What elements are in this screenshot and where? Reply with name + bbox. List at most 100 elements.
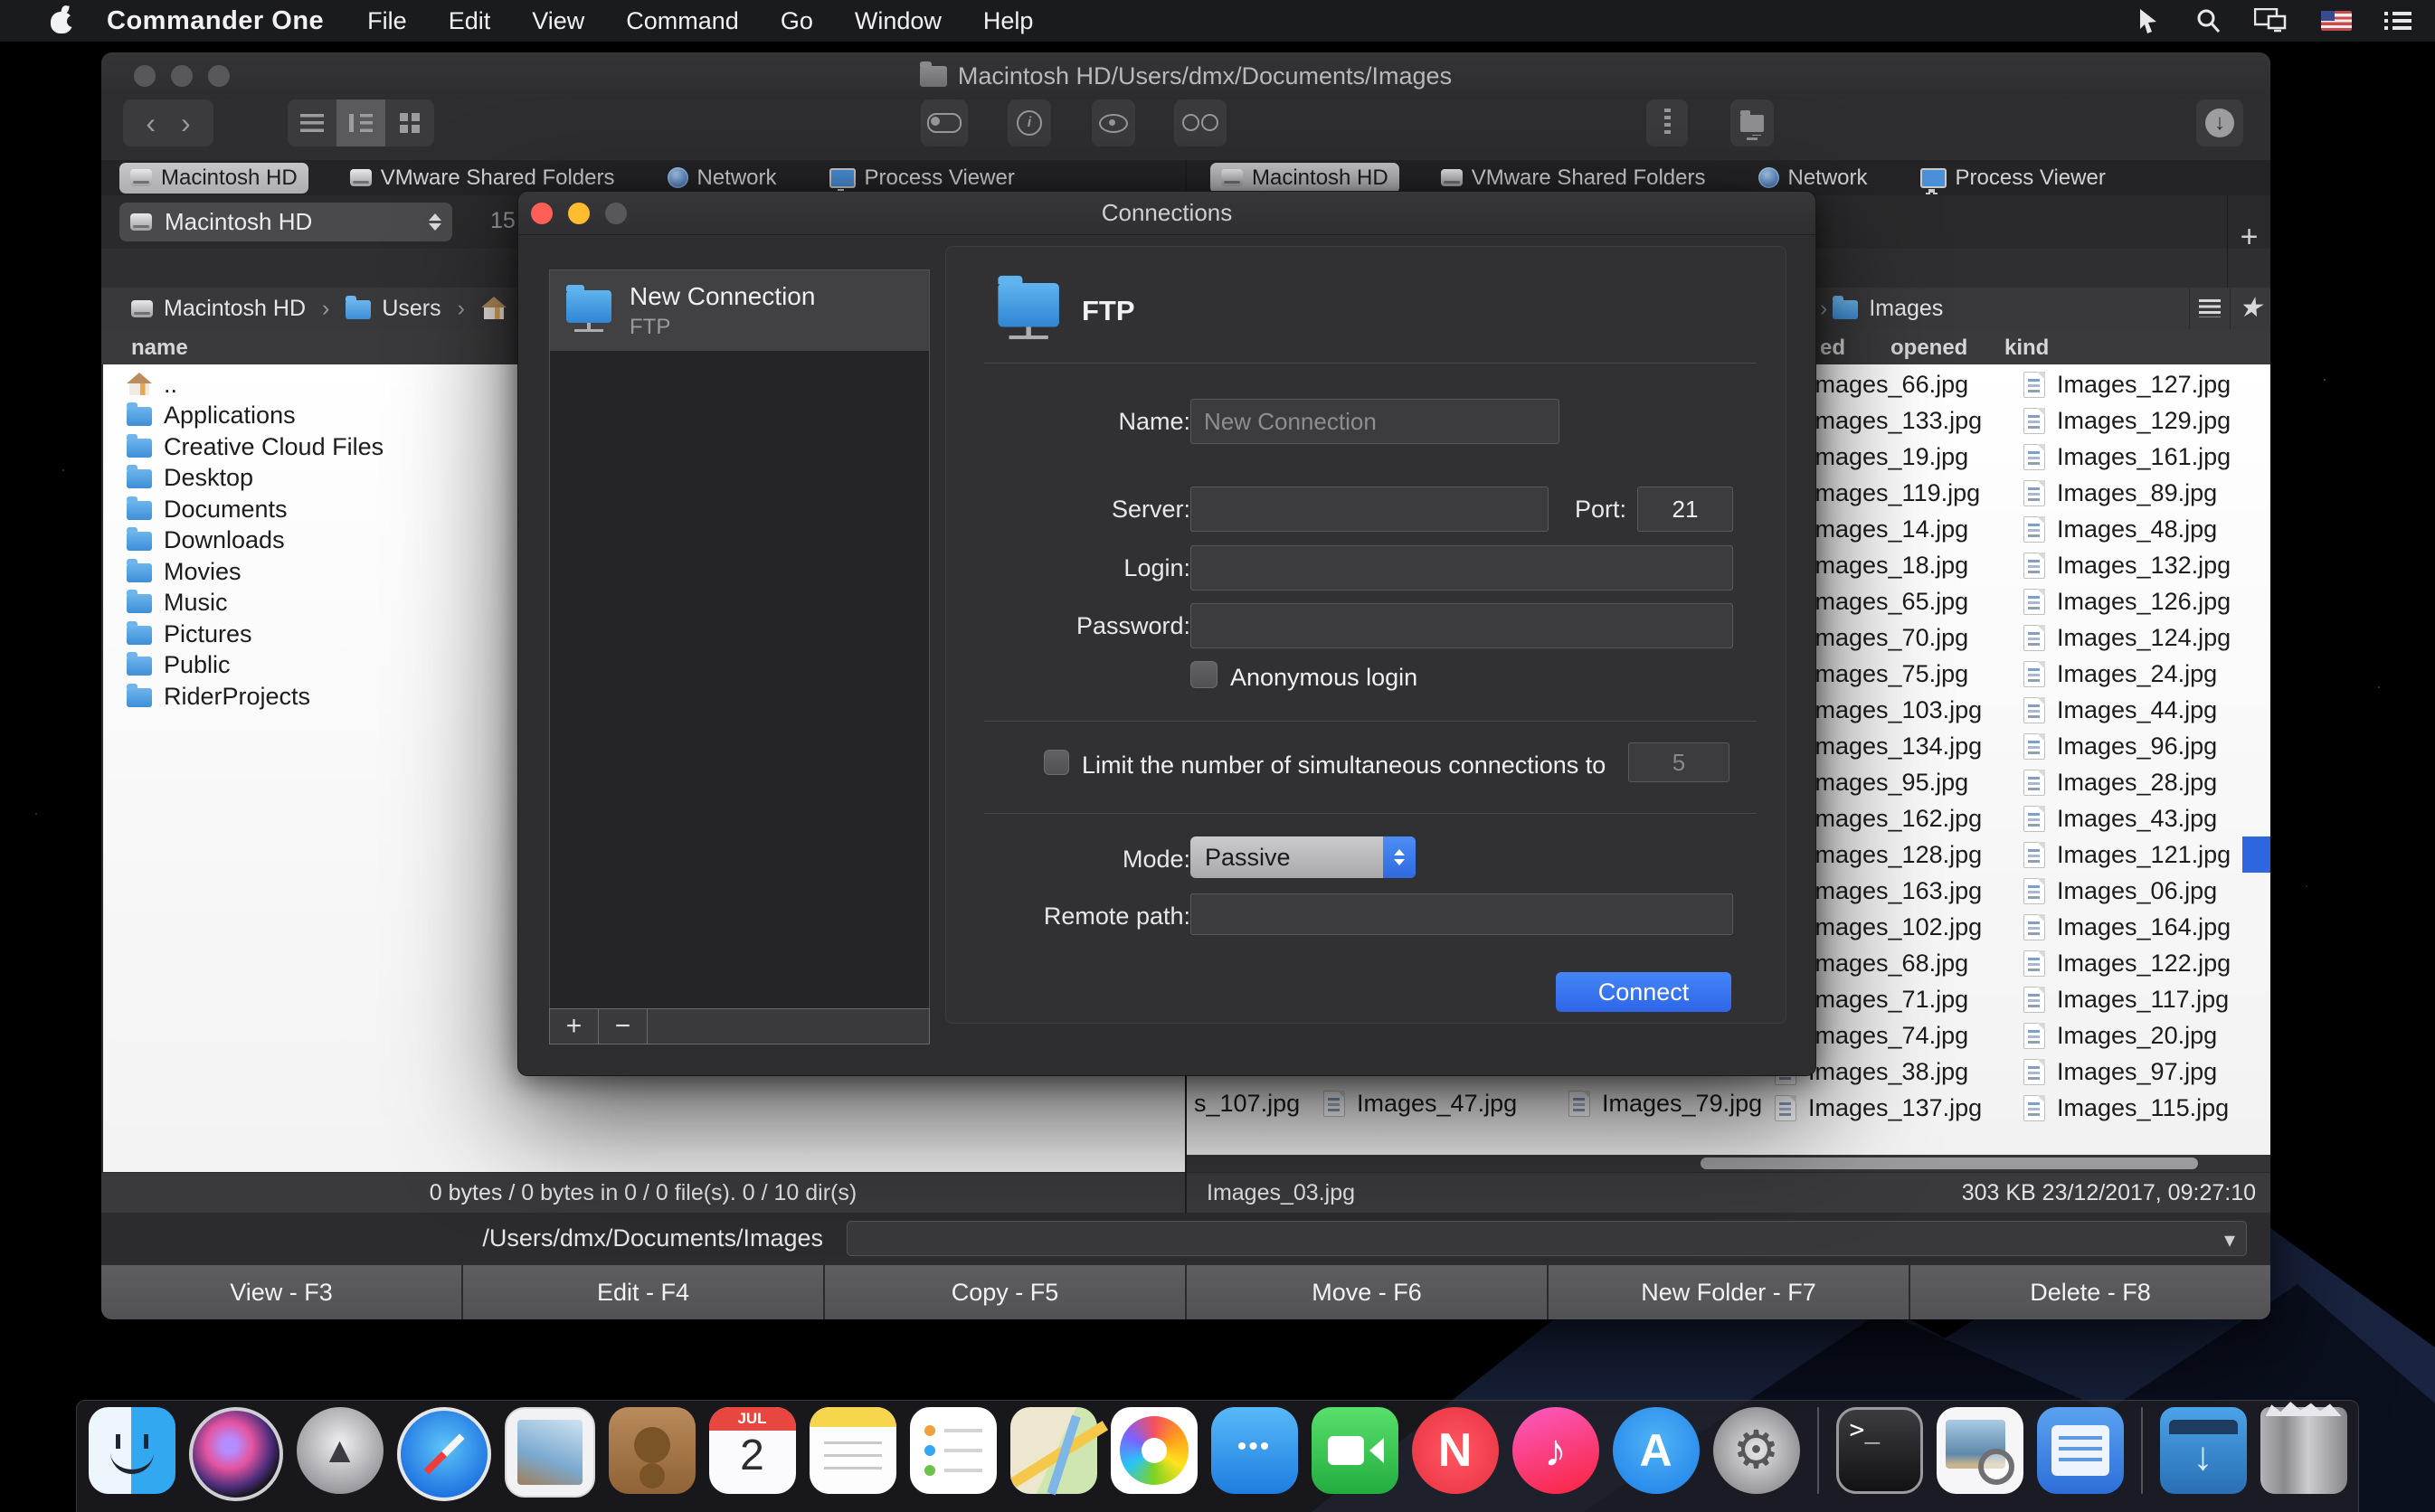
dock-separator[interactable] bbox=[1814, 1407, 1823, 1506]
file-row[interactable]: Images_115.jpg bbox=[2023, 1090, 2269, 1126]
file-row[interactable]: Images_124.jpg bbox=[2023, 619, 2269, 656]
back-forward-buttons[interactable]: ‹› bbox=[123, 99, 213, 146]
file-row[interactable]: Images_06.jpg bbox=[2023, 873, 2269, 909]
dock-icon-calendar[interactable]: JUL 2 bbox=[709, 1407, 796, 1506]
back-icon[interactable]: ‹ bbox=[146, 107, 156, 140]
dock-icon-art[interactable] bbox=[609, 1407, 696, 1494]
favorites-button[interactable]: ★ bbox=[2230, 288, 2270, 329]
dock-icon-art[interactable]: ⚙ bbox=[1713, 1407, 1800, 1494]
grid-view-button[interactable] bbox=[385, 99, 434, 146]
minimize-button[interactable] bbox=[568, 203, 590, 224]
tab[interactable]: VMware Shared Folders bbox=[1430, 163, 1717, 194]
chevron-down-icon[interactable]: ▾ bbox=[2224, 1227, 2235, 1253]
breadcrumb-users[interactable]: Users bbox=[382, 296, 441, 322]
anonymous-login-checkbox[interactable] bbox=[1190, 661, 1218, 688]
remove-connection-button[interactable]: − bbox=[599, 1009, 648, 1044]
dock-icon-art[interactable]: JUL 2 bbox=[709, 1407, 796, 1494]
mode-select[interactable]: Passive bbox=[1190, 836, 1416, 878]
search-button[interactable] bbox=[1174, 99, 1227, 146]
dock-icon-news[interactable]: N bbox=[1412, 1407, 1499, 1506]
file-row[interactable]: Images_121.jpg bbox=[2023, 836, 2269, 873]
file-row[interactable]: Images_137.jpg bbox=[1775, 1090, 2021, 1126]
dialog-titlebar[interactable]: Connections bbox=[518, 192, 1815, 235]
dock-icon-messages[interactable]: ••• bbox=[1211, 1407, 1298, 1506]
app-menu-title[interactable]: Commander One bbox=[107, 6, 324, 36]
file-row[interactable]: Images_47.jpg bbox=[1323, 1090, 1517, 1118]
connection-list-item-selected[interactable]: New Connection FTP bbox=[550, 270, 929, 351]
dock-icon-art[interactable]: ↓ bbox=[2160, 1407, 2247, 1494]
preview-button[interactable] bbox=[1092, 99, 1135, 146]
function-button[interactable]: View - F3 bbox=[101, 1265, 461, 1319]
dock-icon-system-preferences[interactable]: ⚙ bbox=[1713, 1407, 1800, 1506]
dock-icon-art[interactable] bbox=[1817, 1407, 1819, 1494]
limit-connections-checkbox[interactable] bbox=[1044, 750, 1069, 775]
command-line-input[interactable]: ▾ bbox=[847, 1221, 2247, 1256]
list-view-button[interactable] bbox=[288, 99, 336, 146]
dock-icon-art[interactable]: N bbox=[1412, 1407, 1499, 1494]
dock-icon-photos[interactable] bbox=[1111, 1407, 1198, 1506]
dock-icon-art[interactable]: ••• bbox=[1211, 1407, 1298, 1494]
menu-item[interactable]: Edit bbox=[449, 7, 491, 35]
input-source-flag-icon[interactable] bbox=[2321, 11, 2352, 31]
search-icon[interactable] bbox=[2194, 7, 2222, 34]
tab[interactable]: Macintosh HD bbox=[119, 163, 308, 194]
file-row[interactable]: Images_44.jpg bbox=[2023, 692, 2269, 728]
function-button[interactable]: Delete - F8 bbox=[1910, 1265, 2270, 1319]
archive-button[interactable] bbox=[1646, 99, 1688, 146]
dock-icon-facetime[interactable] bbox=[1312, 1407, 1398, 1506]
add-connection-button[interactable]: + bbox=[550, 1009, 599, 1044]
connect-button[interactable]: Connect bbox=[1556, 972, 1731, 1012]
tab[interactable]: Network bbox=[1748, 163, 1879, 194]
file-row[interactable]: Images_28.jpg bbox=[2023, 764, 2269, 800]
tab[interactable]: VMware Shared Folders bbox=[339, 163, 626, 194]
dock-icon-downloads[interactable]: ↓ bbox=[2160, 1407, 2247, 1506]
menu-item[interactable]: View bbox=[532, 7, 584, 35]
displays-icon[interactable] bbox=[2254, 8, 2288, 33]
dialog-traffic-lights[interactable] bbox=[531, 203, 627, 224]
view-options-button[interactable] bbox=[2189, 288, 2230, 329]
toggle-panels-button[interactable] bbox=[921, 99, 968, 146]
view-mode-group[interactable] bbox=[288, 99, 434, 146]
dock-icon-art[interactable] bbox=[189, 1407, 283, 1501]
dock-icon-launchpad[interactable]: ▲ bbox=[297, 1407, 384, 1506]
dock-icon-art[interactable] bbox=[397, 1407, 491, 1501]
file-row[interactable]: Images_48.jpg bbox=[2023, 511, 2269, 547]
password-field[interactable] bbox=[1190, 603, 1733, 648]
window-titlebar[interactable]: Macintosh HD/Users/dmx/Documents/Images bbox=[101, 52, 2270, 99]
file-row[interactable]: Images_43.jpg bbox=[2023, 800, 2269, 836]
network-connect-button[interactable] bbox=[1730, 99, 1774, 146]
apple-menu-icon[interactable] bbox=[51, 8, 72, 33]
dock-icon-reminders[interactable] bbox=[910, 1407, 997, 1506]
list-icon[interactable] bbox=[2384, 11, 2411, 31]
dock-icon-art[interactable]: A bbox=[1613, 1407, 1700, 1494]
dock-icon-appstore[interactable]: A bbox=[1613, 1407, 1700, 1506]
dock-separator[interactable] bbox=[2137, 1407, 2146, 1506]
dock-icon-notes[interactable] bbox=[810, 1407, 896, 1506]
breadcrumb-root[interactable]: Macintosh HD bbox=[164, 296, 306, 322]
tab[interactable]: Process Viewer bbox=[1909, 163, 2117, 194]
limit-value-field[interactable]: 5 bbox=[1628, 742, 1729, 782]
dock-icon-preview[interactable] bbox=[1937, 1407, 2023, 1506]
pointer-icon[interactable] bbox=[2135, 7, 2162, 34]
dock-icon-trash[interactable] bbox=[2260, 1407, 2347, 1506]
menu-item[interactable]: Go bbox=[781, 7, 813, 35]
dock-icon-art[interactable] bbox=[810, 1407, 896, 1494]
downloads-queue-button[interactable]: ↓ bbox=[2196, 99, 2243, 146]
tab[interactable]: Process Viewer bbox=[819, 163, 1026, 194]
dock-icon-art[interactable]: ▲ bbox=[297, 1407, 384, 1494]
drive-selector[interactable]: Macintosh HD bbox=[119, 203, 452, 241]
name-field[interactable]: New Connection bbox=[1190, 399, 1559, 444]
file-row[interactable]: Images_122.jpg bbox=[2023, 945, 2269, 981]
dock-icon-finder[interactable] bbox=[89, 1407, 175, 1506]
column-header-opened[interactable]: opened bbox=[1890, 335, 1967, 361]
dock-icon-terminal[interactable]: >_ bbox=[1836, 1407, 1923, 1506]
dock-icon-art[interactable] bbox=[505, 1407, 595, 1498]
file-row-partial[interactable]: s_107.jpg bbox=[1194, 1090, 1300, 1118]
dock-icon-art[interactable] bbox=[2260, 1407, 2347, 1494]
file-row[interactable]: Images_117.jpg bbox=[2023, 981, 2269, 1017]
dock-icon-art[interactable] bbox=[1111, 1407, 1198, 1494]
dock-icon-safari[interactable] bbox=[397, 1407, 491, 1512]
file-row[interactable]: Images_129.jpg bbox=[2023, 402, 2269, 439]
scrollbar-thumb[interactable] bbox=[1701, 1158, 2198, 1169]
file-row[interactable]: Images_96.jpg bbox=[2023, 728, 2269, 764]
